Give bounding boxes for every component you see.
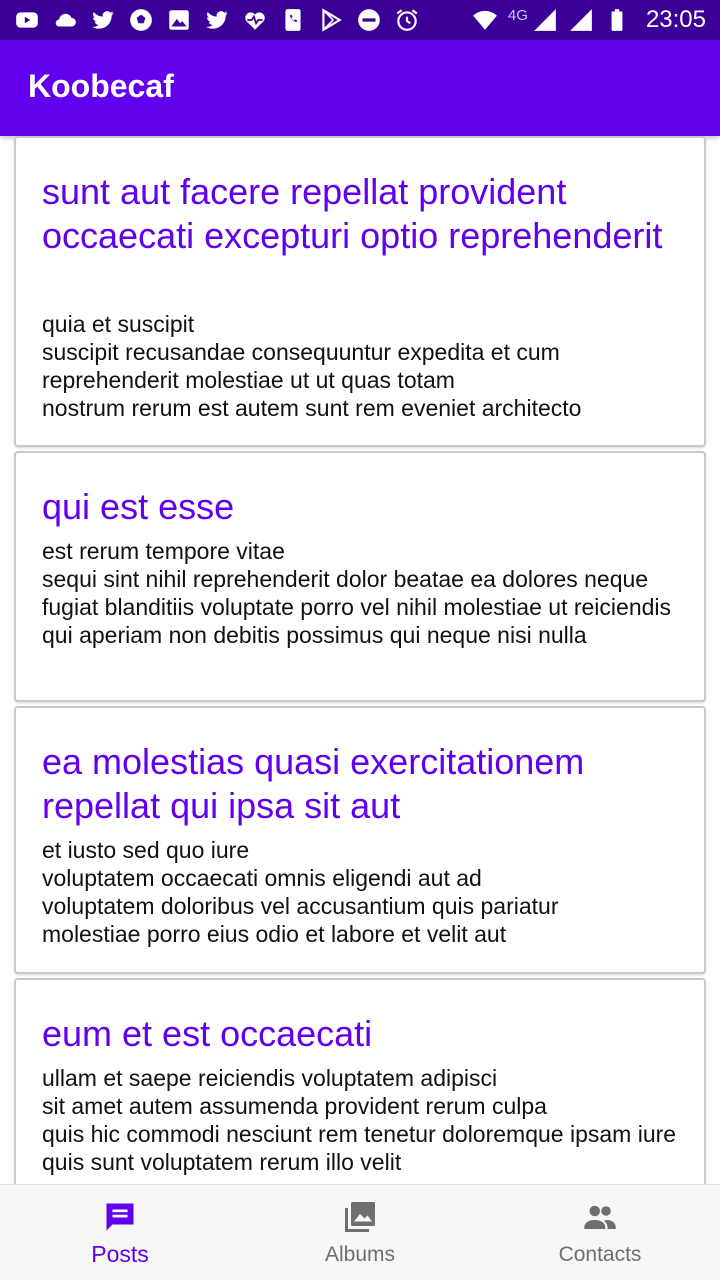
post-body: quia et suscipit suscipit recusandae con… bbox=[42, 311, 582, 421]
photo-icon bbox=[166, 7, 192, 33]
signal-icon bbox=[532, 7, 558, 33]
post-title: sunt aut facere repellat provident occae… bbox=[42, 171, 663, 256]
play-store-icon bbox=[318, 7, 344, 33]
nav-label-albums: Albums bbox=[324, 1243, 396, 1266]
post-title: qui est esse bbox=[42, 486, 235, 527]
post-body: et iusto sed quo iure voluptatem occaeca… bbox=[42, 837, 559, 947]
nav-item-albums[interactable]: Albums bbox=[240, 1185, 480, 1281]
posts-list[interactable]: sunt aut facere repellat provident occae… bbox=[0, 136, 720, 1184]
albums-icon bbox=[342, 1199, 378, 1235]
heart-monitor-icon bbox=[242, 7, 268, 33]
app-title: Koobecaf bbox=[28, 68, 174, 104]
clock-time: 23:05 bbox=[645, 6, 706, 33]
system-icons: 4G 23:05 bbox=[472, 6, 706, 34]
soccer-ball-icon bbox=[128, 7, 154, 33]
status-bar: 4G 23:05 bbox=[0, 0, 720, 40]
post-card[interactable]: sunt aut facere repellat provident occae… bbox=[14, 136, 706, 447]
post-card[interactable]: eum et est occaecati ullam et saepe reic… bbox=[14, 978, 706, 1184]
post-body: ullam et saepe reiciendis voluptatem adi… bbox=[42, 1065, 677, 1175]
wifi-icon bbox=[472, 7, 498, 33]
youtube-icon bbox=[14, 7, 40, 33]
nav-item-posts[interactable]: Posts bbox=[0, 1185, 240, 1281]
post-card[interactable]: qui est esse est rerum tempore vitae seq… bbox=[14, 451, 706, 702]
nav-label-posts: Posts bbox=[91, 1241, 149, 1267]
signal-icon bbox=[568, 7, 594, 33]
app-bar: Koobecaf bbox=[0, 40, 720, 136]
post-card[interactable]: ea molestias quasi exercitationem repell… bbox=[14, 706, 706, 974]
nav-item-contacts[interactable]: Contacts bbox=[480, 1185, 720, 1281]
nav-label-contacts: Contacts bbox=[558, 1243, 642, 1266]
contacts-icon bbox=[582, 1199, 618, 1235]
phone-icon bbox=[280, 7, 306, 33]
twitter-icon bbox=[90, 7, 116, 33]
alarm-icon bbox=[394, 7, 420, 33]
twitter-icon bbox=[204, 7, 230, 33]
bottom-navigation: Posts Albums Contacts bbox=[0, 1184, 720, 1280]
post-title: eum et est occaecati bbox=[42, 1013, 373, 1054]
notification-icons bbox=[14, 6, 420, 34]
do-not-disturb-icon bbox=[356, 7, 382, 33]
post-title: ea molestias quasi exercitationem repell… bbox=[42, 741, 585, 826]
network-type-label: 4G bbox=[507, 6, 528, 24]
post-body: est rerum tempore vitae sequi sint nihil… bbox=[42, 538, 672, 648]
cloud-icon bbox=[52, 7, 78, 33]
battery-icon bbox=[604, 7, 630, 33]
posts-icon bbox=[102, 1199, 138, 1235]
